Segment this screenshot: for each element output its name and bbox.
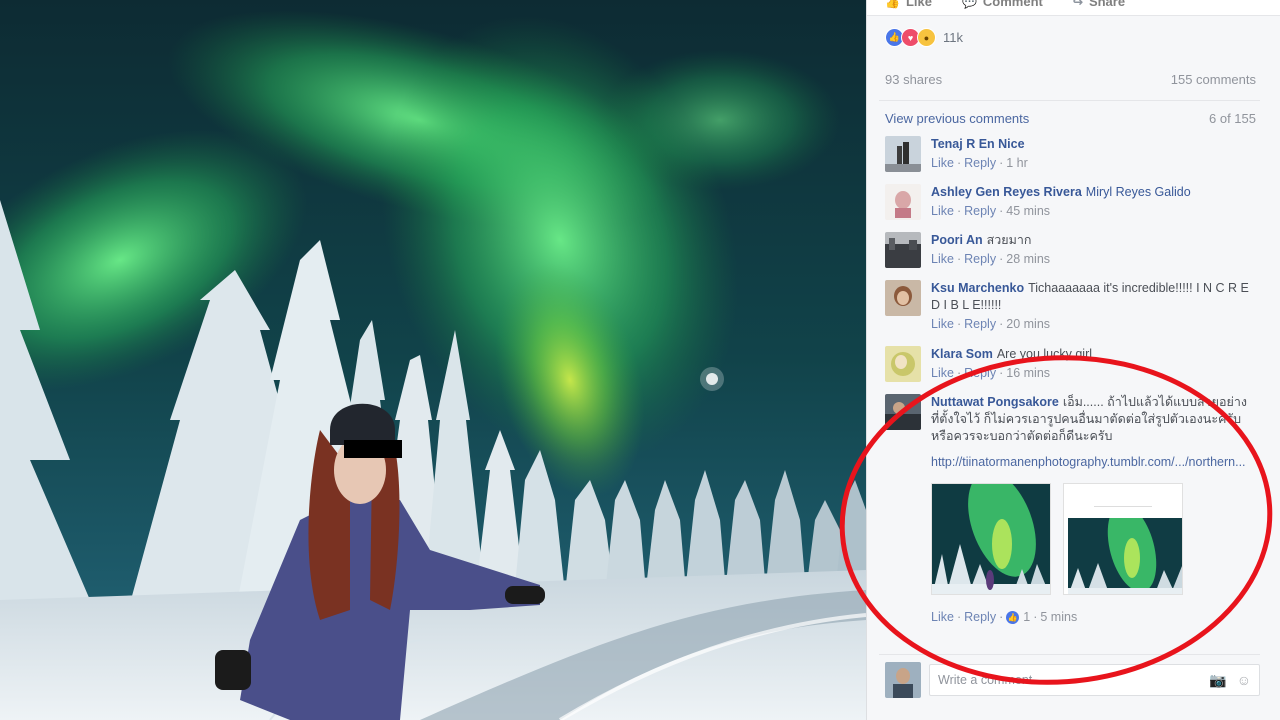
- avatar[interactable]: [885, 346, 921, 382]
- comment-action[interactable]: 💬 Comment: [962, 0, 1043, 9]
- post-actions-bar: 👍 Like 💬 Comment ↪ Share: [867, 0, 1280, 16]
- blog-header: [1064, 484, 1182, 518]
- comment-text: Are you lucky girl: [996, 347, 1093, 361]
- comment-meta: Like · Reply · 20 mins: [931, 316, 1251, 333]
- share-action[interactable]: ↪ Share: [1073, 0, 1125, 9]
- comment-item: Poori An สวยมาก Like · Reply · 28 mins: [885, 232, 1260, 268]
- avatar[interactable]: [885, 394, 921, 430]
- avatar[interactable]: [885, 232, 921, 268]
- share-action-label: Share: [1088, 0, 1126, 9]
- comment-item: Ashley Gen Reyes Rivera Miryl Reyes Galid…: [885, 184, 1260, 220]
- divider: [1094, 506, 1152, 507]
- comment-reply-link[interactable]: Reply: [964, 156, 996, 170]
- comment-page-count: 6 of 155: [1209, 111, 1256, 126]
- comment-meta: Like · Reply · 👍 1 · 5 mins: [931, 609, 1249, 626]
- comment-author[interactable]: Nuttawat Pongsakore: [931, 395, 1059, 409]
- comment-author[interactable]: Ksu Marchenko: [931, 281, 1024, 295]
- like-count-icon: 👍: [1006, 611, 1020, 625]
- comment-reply-link[interactable]: Reply: [964, 366, 996, 380]
- camera-icon[interactable]: 📷: [1209, 672, 1226, 689]
- comment-reply-link[interactable]: Reply: [964, 252, 996, 266]
- wow-icon: ●: [917, 28, 936, 47]
- comment-time[interactable]: 16 mins: [1006, 366, 1050, 380]
- avatar[interactable]: [885, 280, 921, 316]
- comment-like-count[interactable]: 1: [1023, 610, 1030, 624]
- meta-separator: ·: [956, 156, 962, 170]
- meta-separator: ·: [999, 610, 1004, 624]
- speech-bubble-icon: 💬: [961, 0, 977, 9]
- comment-text: สวยมาก: [986, 233, 1032, 247]
- meta-separator: ·: [956, 366, 962, 380]
- divider: [879, 654, 1260, 655]
- comment-like-link[interactable]: Like: [931, 317, 954, 331]
- comment-mention[interactable]: Miryl Reyes Galido: [1086, 185, 1191, 199]
- avatar: [885, 662, 921, 698]
- meta-separator: ·: [956, 610, 962, 624]
- comment-composer: Write a comment... 📷 ☺: [885, 662, 1260, 698]
- meta-separator: ·: [999, 204, 1004, 218]
- meta-separator: ·: [999, 366, 1004, 380]
- comment-author[interactable]: Klara Som: [931, 347, 993, 361]
- blog-photo: [1068, 518, 1182, 594]
- attachment-thumbnail[interactable]: [1063, 483, 1183, 595]
- reaction-count: 11k: [943, 30, 963, 45]
- aurora-photo: [0, 0, 866, 720]
- comment-author[interactable]: Ashley Gen Reyes Rivera: [931, 185, 1082, 199]
- comment-item: Ksu Marchenko Tichaaaaaaa it's incredible…: [885, 280, 1260, 333]
- meta-separator: ·: [956, 204, 962, 218]
- comment-meta: Like · Reply · 28 mins: [931, 251, 1050, 268]
- avatar[interactable]: [885, 136, 921, 172]
- meta-separator: ·: [999, 156, 1004, 170]
- comment-item: Klara Som Are you lucky girl Like · Reply · 1…: [885, 346, 1260, 382]
- comment-like-link[interactable]: Like: [931, 156, 954, 170]
- thumbs-up-icon: 👍: [885, 0, 900, 9]
- comment-item: Tenaj R En Nice Like · Reply · 1 hr: [885, 136, 1260, 172]
- comment-reply-link[interactable]: Reply: [964, 317, 996, 331]
- meta-separator: ·: [956, 317, 962, 331]
- comment-action-label: Comment: [982, 0, 1043, 9]
- comment-input[interactable]: Write a comment... 📷 ☺: [929, 664, 1260, 696]
- comment-item: Nuttawat Pongsakore เอ็ม...... ถ้าไปแล้วไ…: [885, 394, 1260, 626]
- comment-author[interactable]: Tenaj R En Nice: [931, 137, 1025, 151]
- comment-time[interactable]: 5 mins: [1040, 610, 1077, 624]
- comment-author[interactable]: Poori An: [931, 233, 983, 247]
- like-action[interactable]: 👍 Like: [885, 0, 932, 9]
- view-previous-comments-link[interactable]: View previous comments: [885, 111, 1029, 126]
- comment-reply-link[interactable]: Reply: [964, 610, 996, 624]
- comment-like-link[interactable]: Like: [931, 252, 954, 266]
- comment-attachments: [931, 483, 1249, 595]
- comment-time[interactable]: 20 mins: [1006, 317, 1050, 331]
- comment-time[interactable]: 28 mins: [1006, 252, 1050, 266]
- comment-like-link[interactable]: Like: [931, 204, 954, 218]
- comment-meta: Like · Reply · 45 mins: [931, 203, 1191, 220]
- post-photo[interactable]: [0, 0, 866, 720]
- avatar[interactable]: [885, 184, 921, 220]
- comment-like-link[interactable]: Like: [931, 610, 954, 624]
- meta-separator: ·: [956, 252, 962, 266]
- view-previous-row: View previous comments 6 of 155: [885, 111, 1256, 126]
- meta-separator: ·: [999, 252, 1004, 266]
- comment-time[interactable]: 1 hr: [1006, 156, 1028, 170]
- comment-link-url[interactable]: http://tiinatormanenphotography.tumblr.c…: [931, 454, 1249, 471]
- like-action-label: Like: [905, 0, 932, 9]
- shares-count[interactable]: 93 shares: [885, 72, 942, 87]
- reactions-summary[interactable]: 👍 ♥ ● 11k: [885, 28, 963, 47]
- divider: [879, 100, 1260, 101]
- comments-panel: 👍 Like 💬 Comment ↪ Share 👍 ♥ ● 11k 93 share…: [866, 0, 1280, 720]
- comment-input-placeholder: Write a comment...: [938, 673, 1043, 687]
- comment-like-link[interactable]: Like: [931, 366, 954, 380]
- comment-reply-link[interactable]: Reply: [964, 204, 996, 218]
- share-arrow-icon: ↪: [1072, 0, 1083, 9]
- emoji-icon[interactable]: ☺: [1237, 672, 1251, 688]
- comment-meta: Like · Reply · 16 mins: [931, 365, 1092, 382]
- comment-meta: Like · Reply · 1 hr: [931, 155, 1029, 172]
- meta-separator: ·: [999, 317, 1004, 331]
- meta-separator: ·: [1033, 610, 1038, 624]
- comment-time[interactable]: 45 mins: [1006, 204, 1050, 218]
- attachment-thumbnail[interactable]: [931, 483, 1051, 595]
- post-stats: 93 shares 155 comments: [885, 72, 1256, 87]
- comments-count[interactable]: 155 comments: [1171, 72, 1256, 87]
